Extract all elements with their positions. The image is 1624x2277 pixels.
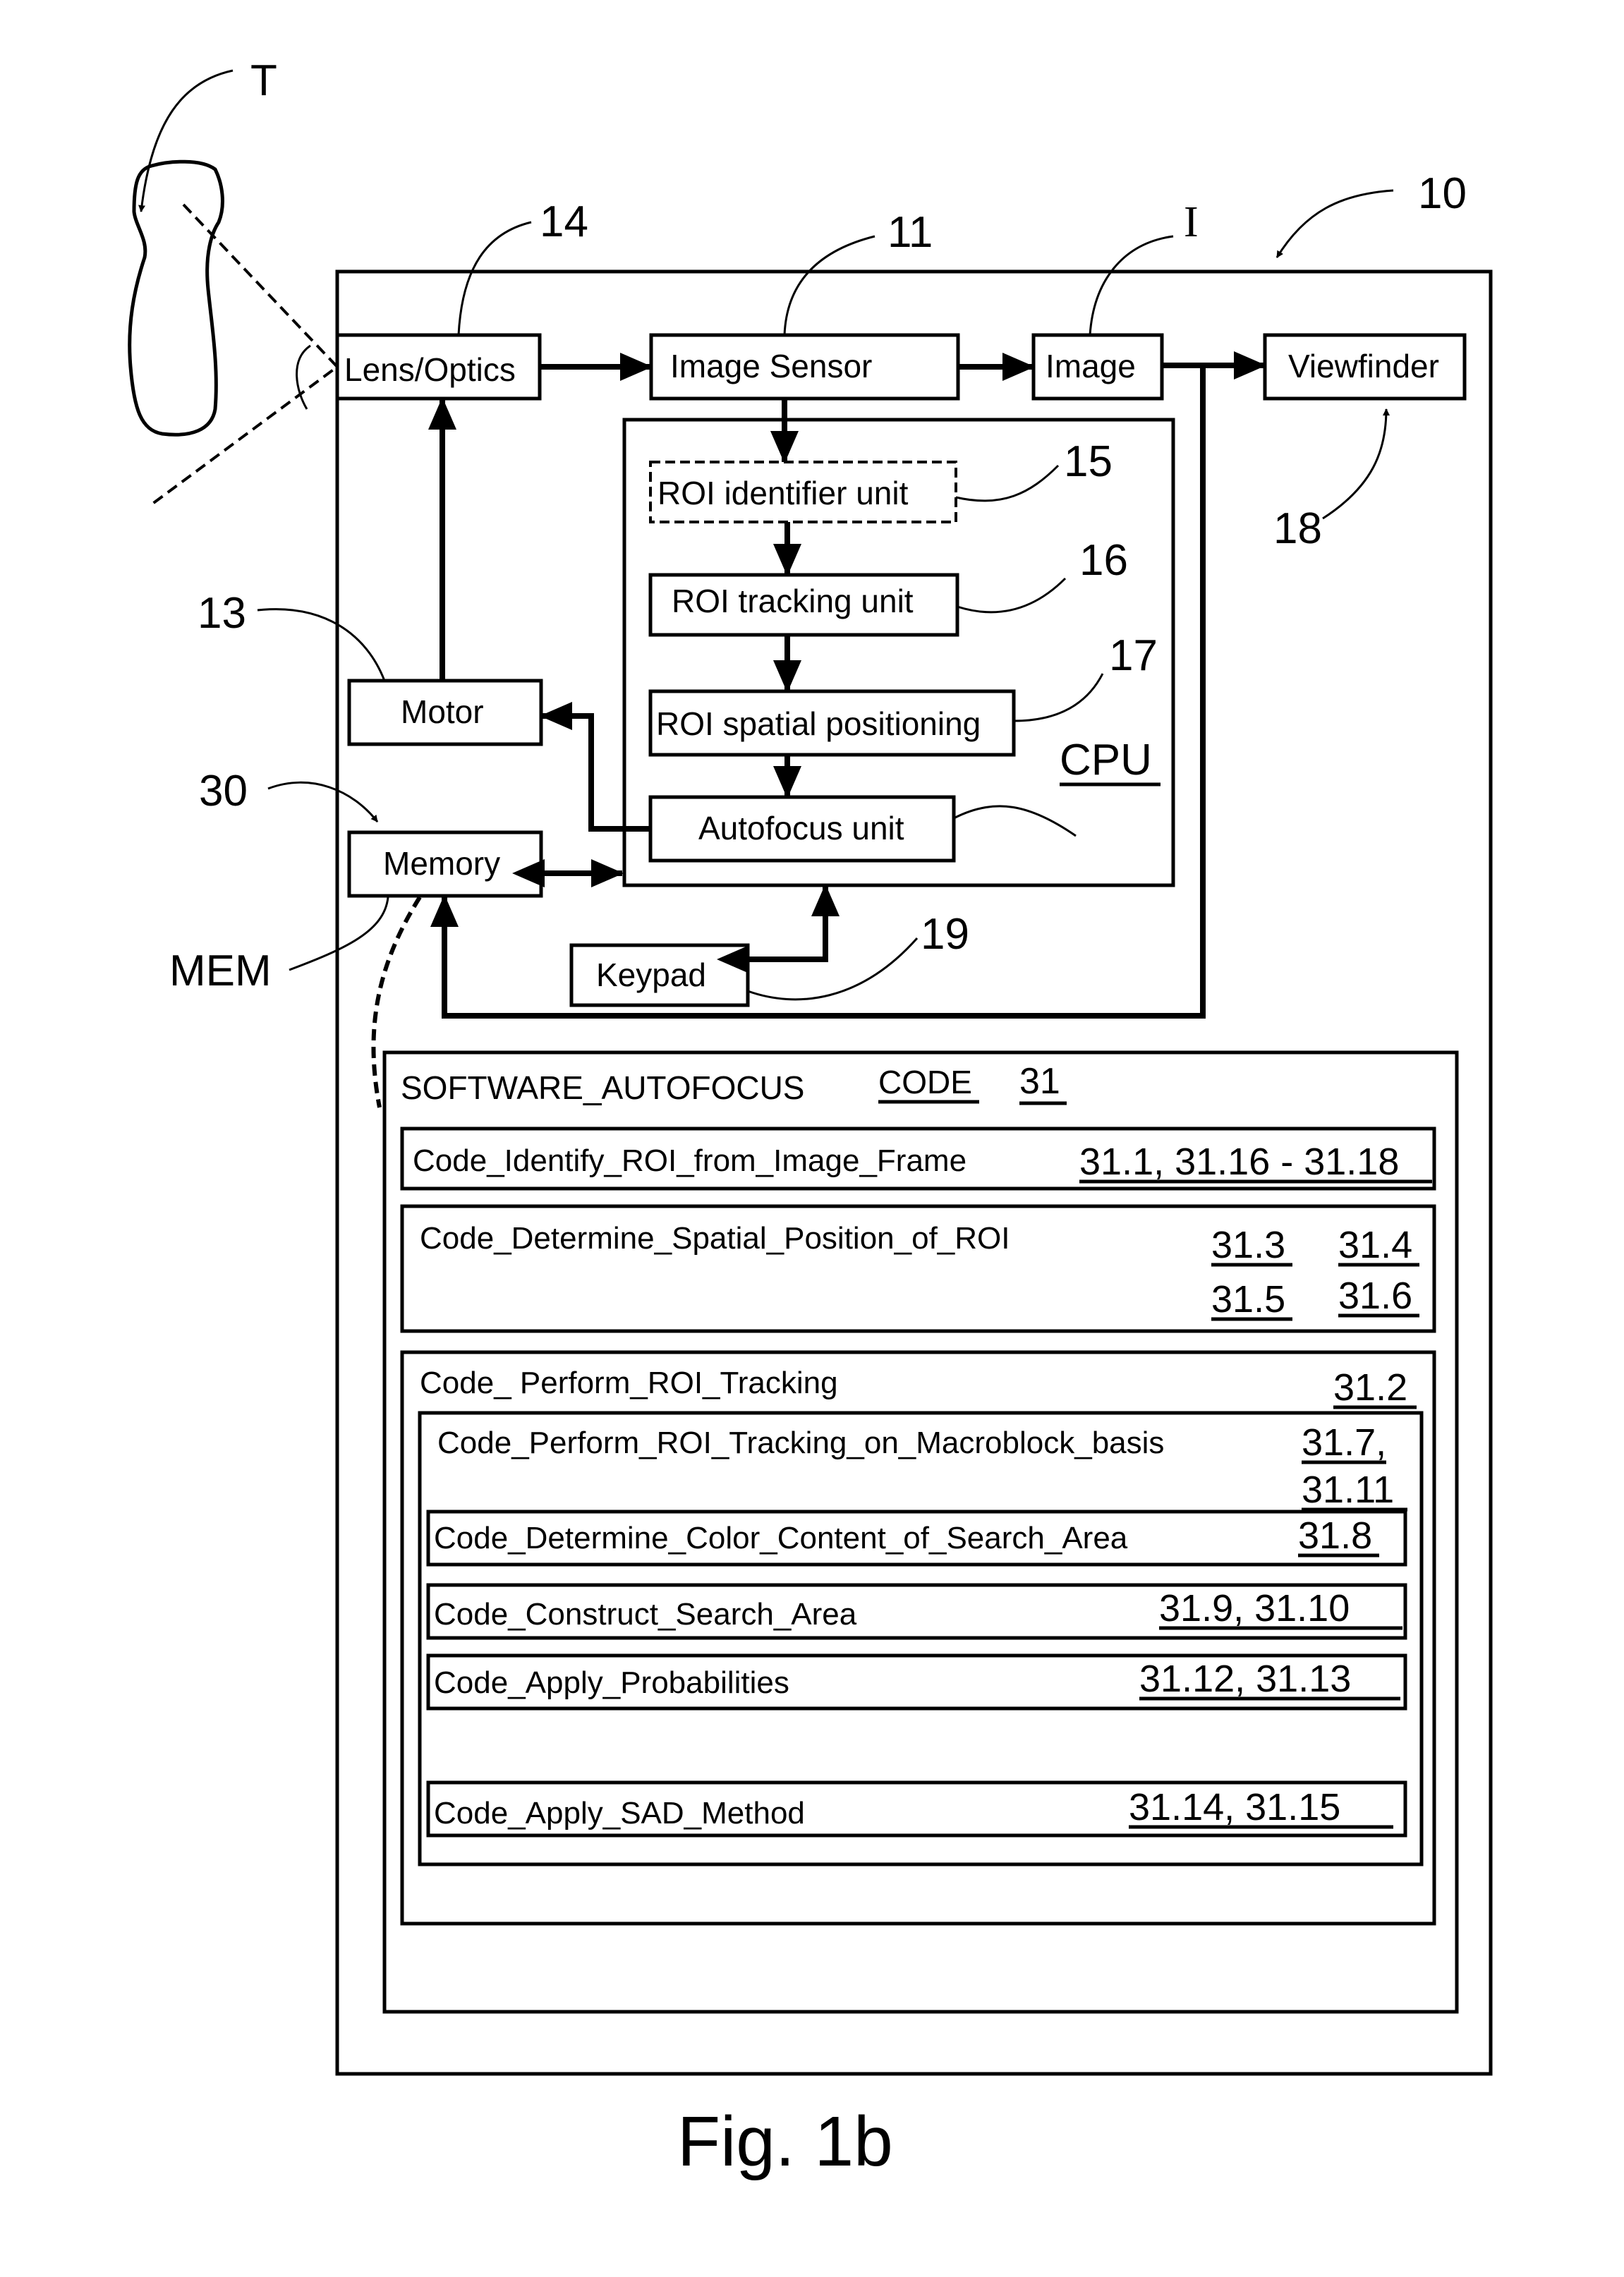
software-title: SOFTWARE_AUTOFOCUS	[401, 1069, 804, 1106]
ref-memory: 30	[199, 767, 248, 815]
lens-optics-label: Lens/Optics	[344, 351, 516, 388]
patent-diagram: T 10 Lens/Optics 14 Image Sensor 11 Imag…	[128, 56, 1493, 2181]
motor-leader	[257, 608, 386, 681]
software-code-ref: 31	[1019, 1061, 1060, 1102]
figure-caption: Fig. 1b	[677, 2102, 893, 2181]
autofocus-unit-label: Autofocus unit	[698, 810, 904, 846]
roi-spatial-leader	[1013, 673, 1104, 722]
lens-leader	[457, 221, 532, 336]
target-object: T	[128, 56, 340, 506]
code-apply-probabilities-label: Code_Apply_Probabilities	[434, 1665, 789, 1700]
arrow-keypad-cpu-bidirectional	[717, 884, 840, 973]
roi-tracking-label: ROI tracking unit	[672, 583, 914, 619]
ref-mem: MEM	[169, 947, 272, 995]
ref-lens: 14	[540, 198, 588, 246]
ref-viewfinder: 18	[1273, 504, 1322, 553]
roi-tracking-leader	[957, 577, 1067, 614]
image-sensor-label: Image Sensor	[670, 348, 872, 384]
code-roi-tracking-ref: 31.2	[1333, 1366, 1407, 1409]
code-identify-roi-ref: 31.1, 31.16 - 31.18	[1079, 1141, 1399, 1183]
code-macroblock-ref-2: 31.11	[1302, 1469, 1394, 1511]
ref-image-sensor: 11	[887, 208, 933, 257]
code-construct-search-ref: 31.9, 31.10	[1159, 1587, 1350, 1629]
code-identify-roi-label: Code_Identify_ROI_from_Image_Frame	[413, 1143, 966, 1178]
keypad-label: Keypad	[596, 957, 706, 993]
keypad-leader	[747, 937, 919, 1001]
target-pointer-arrow	[138, 69, 234, 212]
device-pointer-arrow	[1275, 189, 1394, 258]
code-apply-sad-ref: 31.14, 31.15	[1129, 1786, 1340, 1828]
view-angle-arc	[296, 344, 311, 410]
code-construct-search-label: Code_Construct_Search_Area	[434, 1597, 857, 1632]
code-spatial-position-label: Code_Determine_Spatial_Position_of_ROI	[420, 1221, 1010, 1256]
ref-keypad: 19	[921, 910, 969, 959]
ref-roi-identifier: 15	[1064, 437, 1113, 486]
image-sensor-leader	[783, 235, 875, 336]
field-of-view-line	[150, 203, 340, 506]
autofocus-leader	[953, 805, 1077, 837]
memory-label: Memory	[383, 845, 500, 882]
code-apply-probabilities-ref: 31.12, 31.13	[1139, 1658, 1351, 1700]
code-spatial-ref-1: 31.3	[1211, 1224, 1285, 1266]
software-code-word: CODE	[878, 1064, 972, 1100]
image-label: Image	[1046, 348, 1136, 384]
roi-identifier-label: ROI identifier unit	[658, 475, 909, 511]
viewfinder-label: Viewfinder	[1288, 348, 1439, 384]
ref-image: I	[1184, 198, 1199, 246]
target-outline	[128, 159, 224, 437]
viewfinder-pointer-arrow	[1322, 408, 1390, 520]
code-color-content-ref: 31.8	[1298, 1514, 1372, 1557]
ref-device: 10	[1418, 169, 1467, 218]
code-roi-tracking-label: Code_ Perform_ROI_Tracking	[420, 1366, 838, 1400]
code-spatial-ref-4: 31.6	[1338, 1275, 1412, 1317]
image-leader	[1089, 235, 1174, 336]
roi-spatial-label: ROI spatial positioning	[656, 705, 981, 742]
ref-roi-tracking: 16	[1079, 536, 1128, 585]
code-color-content-label: Code_Determine_Color_Content_of_Search_A…	[434, 1521, 1128, 1555]
code-macroblock-label: Code_Perform_ROI_Tracking_on_Macroblock_…	[437, 1426, 1164, 1460]
code-macroblock-ref-1: 31.7,	[1302, 1421, 1386, 1464]
ref-roi-spatial: 17	[1109, 631, 1158, 680]
ref-target: T	[250, 56, 277, 105]
memory-pointer-arrow	[267, 781, 379, 822]
ref-motor: 13	[198, 589, 246, 638]
motor-label: Motor	[401, 693, 484, 730]
cpu-label: CPU	[1060, 736, 1152, 784]
code-spatial-ref-3: 31.5	[1211, 1278, 1285, 1320]
code-spatial-ref-2: 31.4	[1338, 1224, 1412, 1266]
roi-identifier-leader	[955, 464, 1060, 502]
arrow-autofocus-to-motor	[540, 702, 650, 832]
code-apply-sad-label: Code_Apply_SAD_Method	[434, 1796, 805, 1830]
